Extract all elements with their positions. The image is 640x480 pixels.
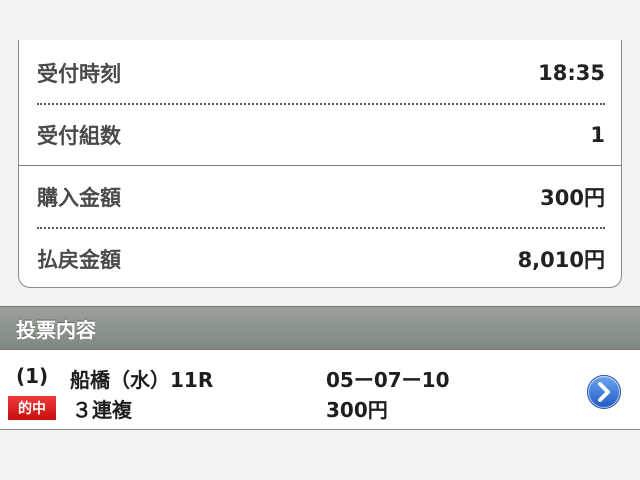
- reception-count-row: 受付組数 1: [37, 104, 605, 165]
- reception-count-value: 1: [590, 122, 605, 147]
- reception-time-row: 受付時刻 18:35: [37, 42, 605, 103]
- bet-number: (1): [16, 364, 49, 388]
- bet-content-title: 投票内容: [16, 317, 96, 342]
- purchase-amount-label: 購入金額: [37, 185, 121, 210]
- reception-time-label: 受付時刻: [37, 61, 121, 86]
- top-strip: [0, 0, 640, 44]
- payout-amount-row: 払戻金額 8,010円: [37, 228, 605, 289]
- race-name: 船橋（水）11R: [70, 368, 214, 392]
- hit-badge: 的中: [8, 396, 56, 420]
- bet-content-header: 投票内容: [0, 306, 640, 350]
- purchase-amount-value: 300円: [540, 185, 605, 210]
- chevron-right-icon[interactable]: [586, 374, 622, 410]
- reception-time-value: 18:35: [538, 60, 605, 85]
- bet-type: ３連複: [72, 398, 132, 422]
- bet-amount: 300円: [326, 398, 388, 422]
- purchase-amount-row: 購入金額 300円: [37, 166, 605, 227]
- payout-amount-value: 8,010円: [517, 247, 605, 272]
- summary-card: 受付時刻 18:35 受付組数 1 購入金額 300円 払戻金額 8,010円: [18, 40, 622, 288]
- bottom-area: [0, 431, 640, 480]
- reception-count-label: 受付組数: [37, 123, 121, 148]
- bet-combination: 05ー07ー10: [326, 368, 450, 392]
- payout-amount-label: 払戻金額: [37, 247, 121, 272]
- bet-list-item[interactable]: (1) 船橋（水）11R 05ー07ー10 的中 ３連複 300円: [0, 350, 640, 430]
